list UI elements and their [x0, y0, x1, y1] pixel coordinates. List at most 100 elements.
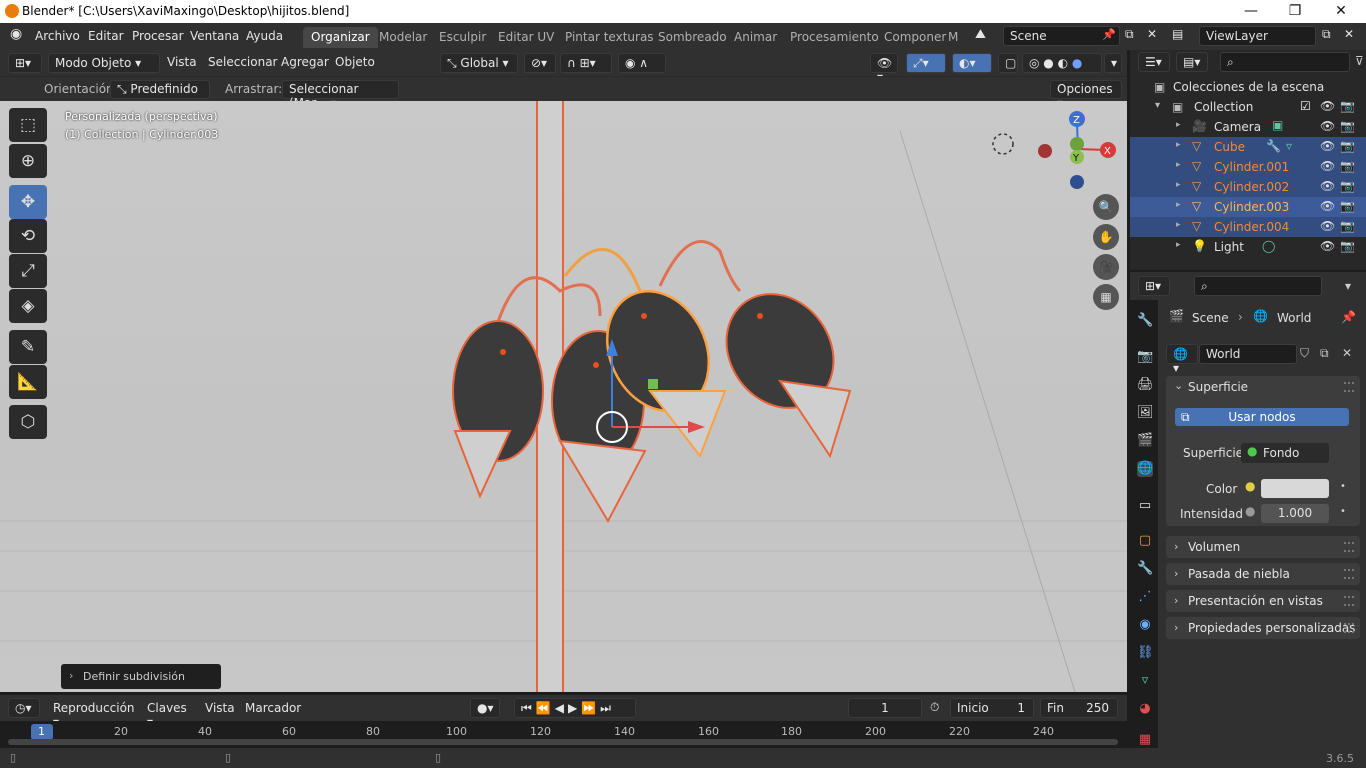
start-frame-field[interactable]: Inicio 1	[950, 698, 1034, 718]
eye-icon[interactable]: 👁	[1320, 199, 1335, 213]
pin-icon[interactable]: 📌	[1341, 310, 1356, 324]
grid-view-icon[interactable]: ▦	[1093, 284, 1119, 310]
outliner-item-cylinder-003[interactable]: ▸ ▽ Cylinder.003 👁 📷	[1130, 197, 1366, 217]
outliner-item-camera[interactable]: ▸ 🎥 Camera ▣ 👁 📷	[1130, 117, 1366, 137]
panel-grip-icon[interactable]	[1344, 382, 1354, 392]
panel-propiedades-personalizadas[interactable]: › Propiedades personalizadas	[1166, 617, 1360, 639]
shading-modes[interactable]: ◎ ● ◐ ●	[1022, 53, 1102, 73]
nav-x-neg-ball[interactable]	[1038, 144, 1052, 158]
menu-agregar[interactable]: Agregar	[281, 55, 329, 69]
eye-icon[interactable]: 👁	[1320, 239, 1335, 253]
shading-options-dropdown[interactable]: ▾	[1104, 53, 1122, 73]
current-frame-field[interactable]: 1	[848, 698, 922, 718]
expand-icon[interactable]: ▸	[1176, 140, 1181, 150]
remove-view-layer-icon[interactable]: ✕	[1344, 27, 1354, 41]
timeline-marker-menu[interactable]: Marcador	[245, 701, 301, 715]
outliner-search-input[interactable]: ⌕	[1220, 52, 1350, 72]
eye-icon[interactable]: 👁	[1320, 179, 1335, 193]
rotate-tool[interactable]: ⟲	[9, 219, 47, 253]
breadcrumb-world[interactable]: World	[1277, 311, 1311, 325]
nav-z-neg-ball[interactable]	[1070, 175, 1084, 189]
camera-render-icon[interactable]: 📷	[1340, 159, 1355, 173]
outliner-item-cylinder-002[interactable]: ▸ ▽ Cylinder.002 👁 📷	[1130, 177, 1366, 197]
camera-render-icon[interactable]: 📷	[1340, 179, 1355, 193]
playback-controls[interactable]: ⏮⏪◀▶⏩⏭	[514, 698, 636, 718]
strength-socket-icon[interactable]: ●	[1245, 504, 1255, 518]
filter-icon[interactable]: ⊽	[1355, 54, 1364, 68]
expand-icon[interactable]: ▸	[1176, 240, 1181, 250]
tab-sombreado[interactable]: Sombreado	[650, 27, 735, 48]
timeline-ruler[interactable]: 1 20 40 60 80 100 120 140 160 180 200 22…	[0, 721, 1127, 748]
menu-archivo[interactable]: Archivo	[35, 29, 80, 43]
expand-icon[interactable]: ▸	[1176, 220, 1181, 230]
new-view-layer-icon[interactable]: ⧉	[1322, 27, 1331, 42]
expand-icon[interactable]: ▸	[1176, 160, 1181, 170]
pan-hand-icon[interactable]: ✋	[1093, 224, 1119, 250]
visibility-dropdown[interactable]: 👁▾	[870, 53, 898, 84]
outliner-scene-collection[interactable]: ▣ Colecciones de la escena	[1130, 77, 1366, 97]
chevron-down-icon[interactable]: ⌄	[1174, 379, 1183, 392]
properties-options-dropdown[interactable]: ▾	[1345, 279, 1351, 293]
outliner-collection[interactable]: ▾ ▣ Collection ☑ 👁 📷	[1130, 97, 1366, 117]
expand-icon[interactable]: ▸	[1176, 200, 1181, 210]
texture-tab-icon[interactable]: ▦	[1137, 732, 1153, 748]
maximize-button[interactable]: ❐	[1272, 0, 1318, 23]
eye-icon[interactable]: 👁	[1320, 119, 1335, 133]
nav-y-neg-ball[interactable]	[1070, 137, 1084, 151]
color-animate-dot-icon[interactable]: •	[1340, 481, 1346, 492]
panel-presentacion-en-vistas[interactable]: › Presentación en vistas	[1166, 590, 1360, 612]
view-layer-field[interactable]: ViewLayer	[1199, 26, 1316, 46]
zoom-icon[interactable]: 🔍	[1093, 194, 1119, 220]
orientation-dropdown[interactable]: ⤡ Predefinido ▾	[110, 80, 210, 111]
annotate-tool[interactable]: ✎	[9, 330, 47, 364]
blender-menu-icon[interactable]: ◉	[10, 26, 22, 42]
tab-modelar[interactable]: Modelar	[371, 27, 435, 48]
timeline-scrollbar[interactable]	[8, 739, 1118, 745]
proportional-edit-dropdown[interactable]: ◉ ∧	[618, 53, 666, 73]
particles-tab-icon[interactable]: ⋰	[1137, 589, 1153, 605]
modifier-tab-icon[interactable]: 🔧	[1137, 561, 1153, 577]
transform-orientation-dropdown[interactable]: ⤡ Global ▾	[440, 53, 518, 73]
properties-editor-type[interactable]: ⊞▾	[1138, 276, 1170, 296]
snap-dropdown[interactable]: ∩ ⊞▾	[560, 53, 612, 73]
render-tab-icon[interactable]: 📷	[1137, 349, 1153, 365]
eye-icon[interactable]: 👁	[1320, 139, 1335, 153]
camera-render-icon[interactable]: 📷	[1340, 199, 1355, 213]
panel-pasada-de-niebla[interactable]: › Pasada de niebla	[1166, 563, 1360, 585]
world-name-field[interactable]: World	[1199, 344, 1297, 364]
scene-selector-icon[interactable]: ⛰	[975, 27, 986, 42]
add-cube-tool[interactable]: ⬡	[9, 405, 47, 439]
unlink-world-icon[interactable]: ✕	[1342, 346, 1352, 360]
tool-tab-icon[interactable]: 🔧	[1137, 313, 1153, 329]
3d-viewport[interactable]: Z X Y Personalizada (perspectiva) (1) Co…	[0, 101, 1127, 692]
measure-tool[interactable]: 📐	[9, 365, 47, 399]
menu-ventana[interactable]: Ventana	[190, 29, 239, 43]
end-frame-field[interactable]: Fin 250	[1040, 698, 1118, 718]
tab-organizar[interactable]: Organizar	[303, 27, 378, 48]
collection-tab-icon[interactable]: ▭	[1137, 498, 1153, 514]
menu-objeto[interactable]: Objeto	[335, 55, 375, 69]
tab-esculpir[interactable]: Esculpir	[431, 27, 494, 48]
fake-user-shield-icon[interactable]: ⛉	[1300, 346, 1309, 361]
options-dropdown[interactable]: Opciones ▾	[1050, 80, 1122, 110]
tab-componer[interactable]: Componer	[876, 27, 954, 48]
new-scene-icon[interactable]: ⧉	[1125, 27, 1134, 42]
select-box-tool[interactable]: ⬚	[9, 108, 47, 142]
keys-menu[interactable]: Claves ▾	[140, 698, 194, 729]
tab-editar-uv[interactable]: Editar UV	[490, 27, 562, 48]
physics-tab-icon[interactable]: ◉	[1137, 617, 1153, 633]
material-tab-icon[interactable]: ◕	[1137, 701, 1153, 717]
panel-volumen[interactable]: › Volumen	[1166, 536, 1360, 558]
eye-icon[interactable]: 👁	[1320, 99, 1335, 113]
camera-render-icon[interactable]: 📷	[1340, 119, 1355, 133]
object-tab-icon[interactable]: ▢	[1137, 533, 1153, 549]
menu-vista[interactable]: Vista	[167, 55, 197, 69]
constraints-tab-icon[interactable]: ⛓	[1137, 645, 1154, 661]
expand-icon[interactable]: ▸	[1176, 180, 1181, 190]
properties-search-input[interactable]: ⌕	[1194, 276, 1322, 296]
strength-field[interactable]: 1.000	[1261, 504, 1329, 523]
minimize-button[interactable]: —	[1228, 0, 1274, 23]
view-layer-tab-icon[interactable]: 🖼	[1137, 405, 1154, 421]
tab-more[interactable]: M	[946, 27, 960, 48]
output-tab-icon[interactable]: 🖨	[1137, 377, 1154, 393]
